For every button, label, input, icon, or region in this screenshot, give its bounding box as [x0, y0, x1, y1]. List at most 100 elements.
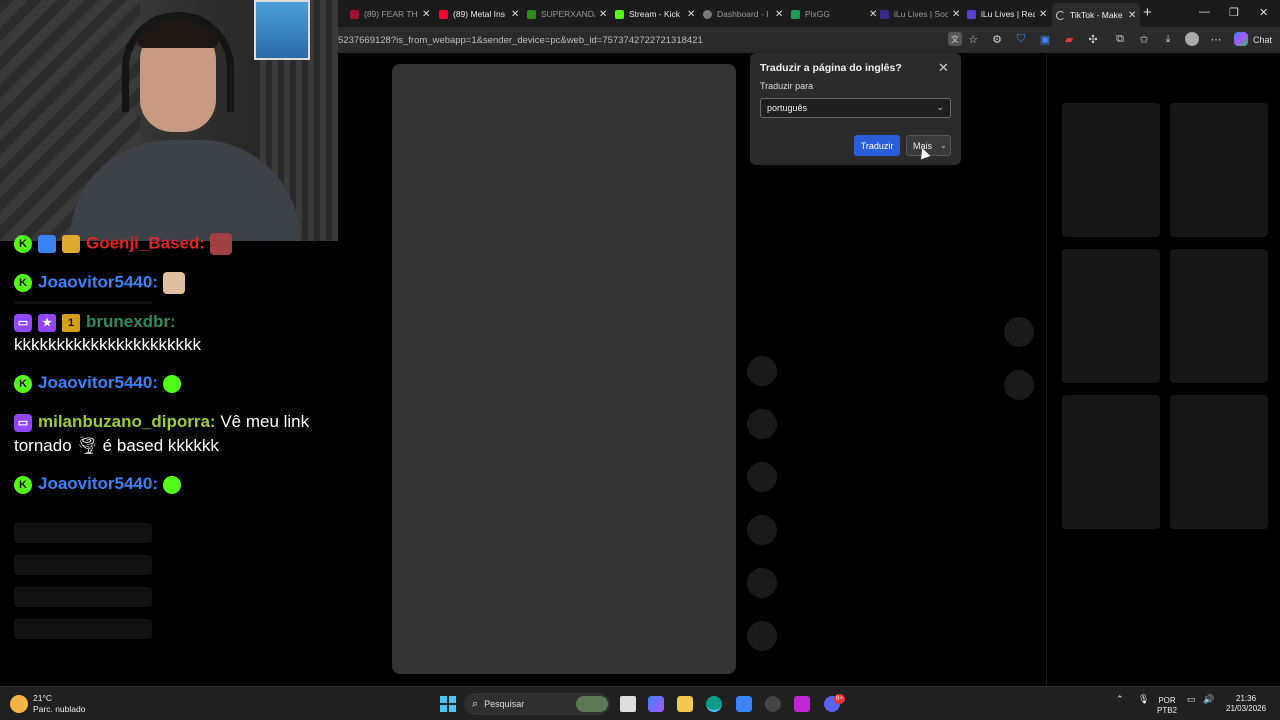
- screen: (89) FEAR THE ✕ (89) Metal Ins ✕ SUPERXA…: [0, 0, 1280, 720]
- chat-button[interactable]: Chat: [1253, 35, 1272, 45]
- close-tab-icon[interactable]: ✕: [1128, 10, 1136, 21]
- notification-badge: 9+: [834, 694, 845, 704]
- close-icon[interactable]: ✕: [938, 60, 949, 76]
- close-tab-icon[interactable]: ✕: [952, 9, 960, 20]
- language-select[interactable]: português ⌄: [760, 98, 951, 118]
- chat-skeleton: [14, 555, 152, 575]
- minimize-icon[interactable]: —: [1199, 6, 1210, 18]
- language-indicator[interactable]: POR PTB2: [1157, 696, 1177, 716]
- language-value: português: [767, 103, 808, 113]
- chat-message: ▭ ★ 1 brunexdbr:: [14, 312, 176, 332]
- tab-6[interactable]: PixGG ✕: [791, 3, 877, 25]
- puzzle-icon[interactable]: ✣: [1086, 32, 1100, 46]
- tab-5[interactable]: Dashboard - I ✕: [703, 3, 783, 25]
- tray-chevron-icon[interactable]: ⌃: [1116, 694, 1124, 705]
- edge-icon[interactable]: [706, 696, 722, 712]
- action-placeholder: [747, 621, 777, 651]
- obs-icon[interactable]: [765, 696, 781, 712]
- close-tab-icon[interactable]: ✕: [775, 9, 783, 20]
- ilu-icon: [880, 9, 889, 19]
- youtube-icon: [350, 9, 359, 19]
- close-window-icon[interactable]: ✕: [1259, 6, 1268, 19]
- action-placeholder: [747, 356, 777, 386]
- file-explorer-icon[interactable]: [677, 696, 693, 712]
- video-placeholder: [392, 64, 736, 674]
- taskbar: [0, 686, 1280, 720]
- new-tab-button[interactable]: +: [1143, 4, 1152, 21]
- nav-placeholder: [1004, 370, 1034, 400]
- tab-8[interactable]: iLu Lives | Rea ✕: [967, 3, 1047, 25]
- close-tab-icon[interactable]: ✕: [1039, 9, 1047, 20]
- network-icon[interactable]: ▭: [1187, 694, 1196, 705]
- microphone-icon[interactable]: 🎙: [1138, 694, 1149, 705]
- tab-2[interactable]: (89) Metal Ins ✕: [439, 3, 519, 25]
- weather-condition: Parc. nublado: [33, 704, 86, 714]
- extension-icon[interactable]: ⚙: [990, 32, 1004, 46]
- search-icon: ⌕: [472, 697, 479, 710]
- chat-username: brunexdbr:: [86, 312, 176, 331]
- clock[interactable]: 21:36 21/03/2026: [1226, 694, 1266, 714]
- youtube-icon: [439, 9, 448, 19]
- split-screen-icon[interactable]: ⧉: [1113, 32, 1127, 46]
- close-tab-icon[interactable]: ✕: [687, 9, 695, 20]
- kick-badge-icon: K: [14, 274, 32, 292]
- chat-message: K Joaovitor5440:: [14, 474, 181, 494]
- app-icon[interactable]: [794, 696, 810, 712]
- twitch-badge-icon: ▭: [14, 413, 32, 432]
- chat-username: Joaovitor5440:: [38, 272, 158, 292]
- tab-9-active[interactable]: TikTok - Make ✕: [1052, 3, 1141, 27]
- temperature: 21°C: [33, 693, 52, 703]
- chat-username: milanbuzano_diporra:: [38, 412, 216, 431]
- tab-3[interactable]: SUPERXANDA ✕: [527, 3, 607, 25]
- task-view-icon[interactable]: [620, 696, 636, 712]
- chat-message: K Joaovitor5440:: [14, 373, 181, 393]
- more-menu-icon[interactable]: ⋯: [1209, 32, 1223, 46]
- url-text[interactable]: 5237669128?is_from_webapp=1&sender_devic…: [338, 35, 703, 46]
- close-tab-icon[interactable]: ✕: [869, 9, 877, 20]
- weather-widget[interactable]: 21°C Parc. nublado: [10, 693, 85, 715]
- copilot-icon[interactable]: [1234, 32, 1248, 46]
- translate-ext-icon[interactable]: ▣: [1038, 32, 1052, 46]
- action-placeholder: [747, 409, 777, 439]
- kick-icon: [527, 9, 536, 19]
- translate-button[interactable]: Traduzir: [854, 135, 900, 156]
- tab-4[interactable]: Stream - Kick ✕: [615, 3, 695, 25]
- chat-username: Goenji_Based:: [86, 233, 206, 253]
- chat-message: K Goenji_Based:: [14, 233, 232, 255]
- favorite-star-icon[interactable]: ☆: [966, 32, 980, 46]
- profile-avatar[interactable]: [1185, 32, 1199, 46]
- weather-icon: [10, 695, 28, 713]
- favorites-icon[interactable]: ✩: [1137, 32, 1151, 46]
- download-icon[interactable]: ⤓: [1161, 32, 1175, 46]
- search-highlight-icon: [576, 696, 608, 712]
- taskbar-search[interactable]: ⌕ Pesquisar: [464, 693, 610, 715]
- popup-title: Traduzir a página do inglês?: [760, 62, 902, 74]
- chat-skeleton: [14, 619, 152, 639]
- close-tab-icon[interactable]: ✕: [511, 9, 519, 20]
- emote-icon: [162, 475, 181, 494]
- translate-icon[interactable]: 文: [948, 32, 962, 46]
- nav-placeholder: [1004, 317, 1034, 347]
- close-tab-icon[interactable]: ✕: [422, 9, 430, 20]
- verified-badge-icon: [38, 235, 56, 253]
- volume-icon[interactable]: 🔊: [1203, 694, 1214, 705]
- shield-icon[interactable]: ⛉: [1014, 32, 1028, 46]
- pdf-icon[interactable]: ▰: [1062, 32, 1076, 46]
- photos-icon[interactable]: [736, 696, 752, 712]
- tab-1[interactable]: (89) FEAR THE ✕: [350, 3, 430, 25]
- start-button[interactable]: [440, 696, 456, 712]
- kick-badge-icon: K: [14, 374, 32, 393]
- close-tab-icon[interactable]: ✕: [599, 9, 607, 20]
- copilot-app-icon[interactable]: [648, 696, 664, 712]
- grid-card-placeholder: [1062, 249, 1160, 383]
- search-placeholder: Pesquisar: [484, 699, 525, 709]
- chat-username: Joaovitor5440:: [38, 474, 158, 493]
- kick-badge-icon: K: [14, 475, 32, 494]
- emote-icon: [162, 374, 181, 393]
- grid-card-placeholder: [1062, 103, 1160, 237]
- twitch-badge-icon: ▭: [14, 313, 32, 332]
- gem-badge-icon: 1: [62, 313, 80, 332]
- chat-skeleton: [14, 301, 152, 304]
- restore-icon[interactable]: ❐: [1229, 6, 1239, 19]
- tab-7[interactable]: iLu Lives | Soc ✕: [880, 3, 960, 25]
